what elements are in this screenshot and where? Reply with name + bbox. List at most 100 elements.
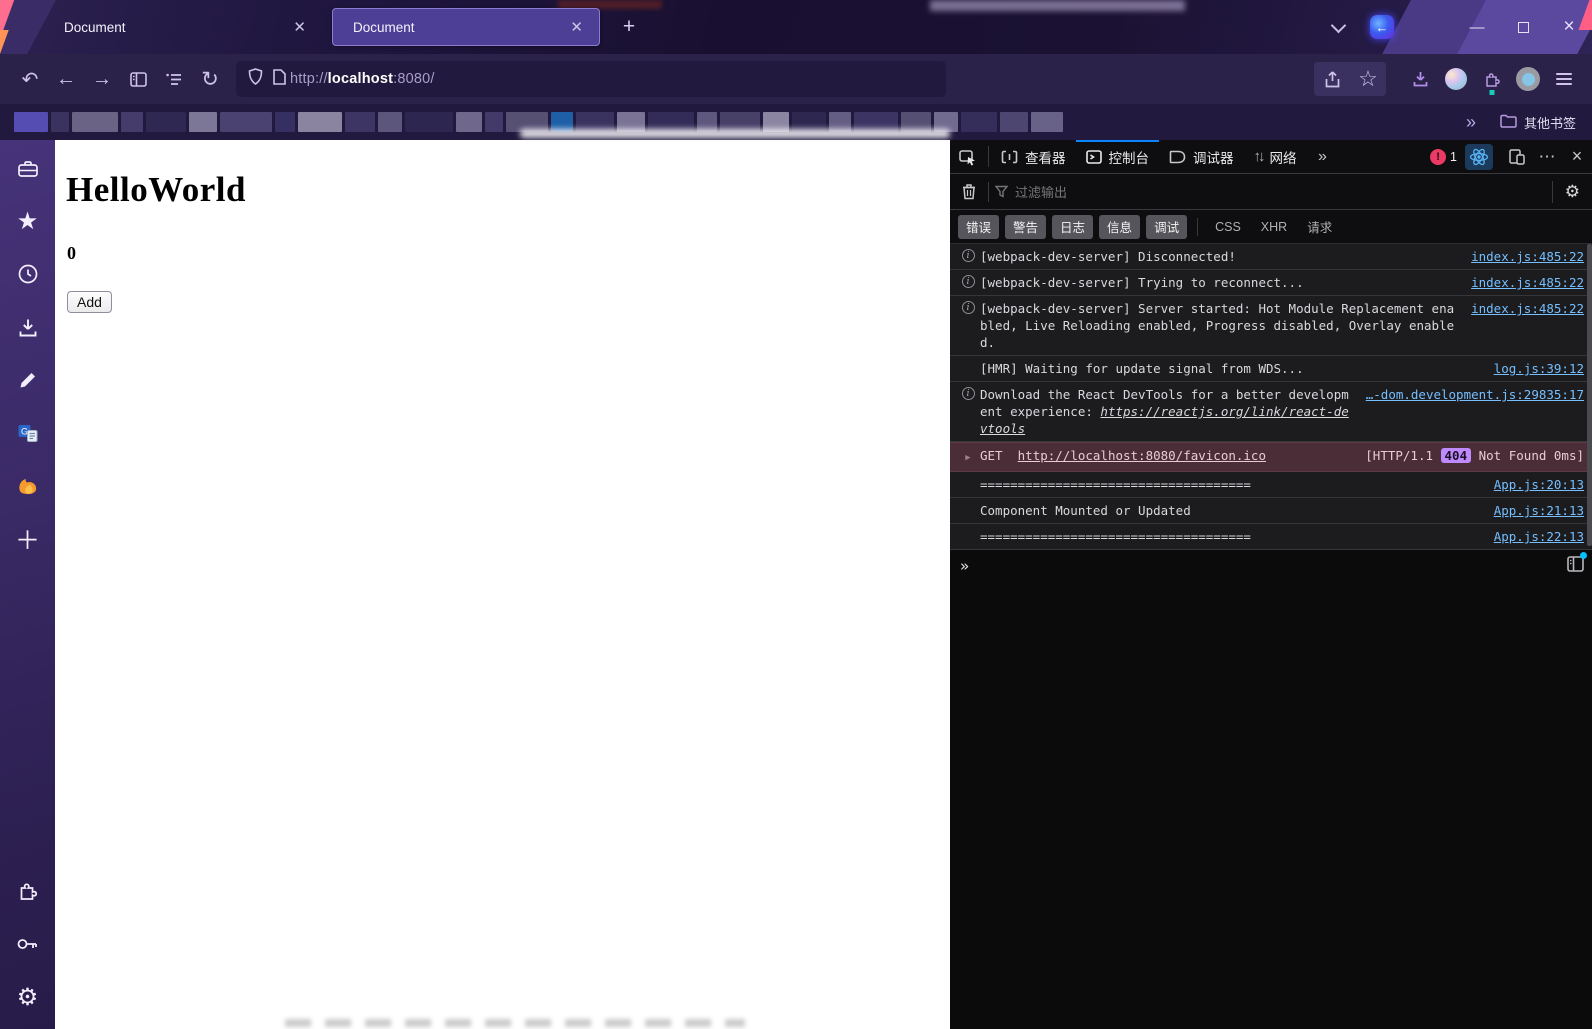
filter-toggle-请求[interactable]: 请求 [1300,215,1339,238]
console-message[interactable]: ▶ GET http://localhost:8080/favicon.ico [H… [950,442,1592,472]
console-scrollbar[interactable] [1587,244,1592,546]
translate-extension-icon[interactable]: G [8,413,48,453]
extensions-puzzle-icon[interactable] [8,871,48,911]
react-devtools-icon[interactable] [1465,143,1493,170]
filter-toggle-日志[interactable]: 日志 [1052,214,1094,239]
sidebar-toggle-icon[interactable] [120,62,156,96]
window-maximize-button[interactable] [1500,0,1546,54]
devtools-tab-console[interactable]: 控制台 [1075,140,1160,173]
add-button[interactable]: Add [67,291,112,313]
share-icon[interactable] [1314,62,1350,96]
console-sidebar-toggle-icon[interactable] [1567,552,1587,575]
message-text: [webpack-dev-server] Disconnected! [980,249,1236,264]
source-location-link[interactable]: App.js:21:13 [1494,502,1584,519]
source-location-link[interactable]: App.js:22:13 [1494,528,1584,545]
source-location-link[interactable]: index.js:485:22 [1471,300,1584,317]
filter-toggle-信息[interactable]: 信息 [1099,214,1141,239]
history-clock-icon[interactable] [8,254,48,294]
tab-document-2[interactable]: Document ✕ [332,8,600,46]
source-location-link[interactable]: log.js:39:12 [1494,360,1584,377]
account-avatar[interactable] [1438,62,1474,96]
new-tab-button[interactable]: + [614,14,644,40]
console-message[interactable]: ==================================== App.… [950,472,1592,498]
web-page-content: HelloWorld 0 Add [55,140,950,1029]
console-message[interactable]: [HMR] Waiting for update signal from WDS… [950,356,1592,382]
element-picker-icon[interactable] [950,140,986,174]
list-all-tabs-chevron-icon[interactable] [1330,17,1347,33]
console-message[interactable]: i [webpack-dev-server] Disconnected! index… [950,244,1592,270]
message-text: ==================================== [980,477,1251,492]
pencil-icon[interactable] [8,360,48,400]
page-info-icon[interactable] [273,68,286,90]
fox-extension-icon[interactable] [8,466,48,506]
devtools-tab-network[interactable]: ↑↓ 网络 [1244,140,1307,173]
downloads-icon[interactable] [8,307,48,347]
console-input-row[interactable]: » [950,550,1592,581]
forward-icon[interactable]: → [84,62,120,96]
tab-close-icon[interactable]: ✕ [564,16,589,38]
clear-console-trash-icon[interactable] [950,175,988,209]
bookmark-star-icon[interactable]: ☆ [1350,62,1386,96]
tab-close-icon[interactable]: ✕ [287,16,312,38]
notification-dot [1580,552,1587,559]
devtools-menu-icon[interactable]: ⋯ [1532,140,1562,174]
add-plus-icon[interactable]: ＋ [8,519,48,559]
filter-toggle-CSS[interactable]: CSS [1208,218,1248,236]
filter-toggle-警告[interactable]: 警告 [1005,214,1047,239]
source-location-link[interactable]: index.js:485:22 [1471,274,1584,291]
url-text[interactable]: http://localhost:8080/ [290,71,435,87]
toolbox-icon[interactable] [8,148,48,188]
network-arrows-icon: ↑↓ [1253,148,1266,165]
bookmarks-overflow-chevron-icon[interactable]: » [1466,112,1476,133]
undo-arrow-icon[interactable]: ↶ [12,62,48,96]
bookmarks-star-icon[interactable]: ★ [8,201,48,241]
window-minimize-button[interactable]: — [1454,0,1500,54]
inspector-icon [1001,150,1018,164]
source-location-link[interactable]: index.js:485:22 [1471,248,1584,265]
navigation-toolbar: ↶ ← → ↻ http://localhost:8080/ ☆ [0,54,1592,104]
source-location-link[interactable]: …-dom.development.js:29835:17 [1366,386,1584,403]
counter-value: 0 [67,243,76,263]
shield-icon[interactable] [248,68,263,90]
devtools-tab-debugger[interactable]: 调试器 [1159,140,1244,173]
console-icon [1085,149,1102,164]
request-url-link[interactable]: http://localhost:8080/favicon.ico [1018,448,1266,463]
window-close-button[interactable]: × [1546,0,1592,54]
other-bookmarks-label[interactable]: 其他书签 [1524,113,1576,132]
console-message[interactable]: i [webpack-dev-server] Server started: Ho… [950,296,1592,356]
error-icon: ! [1430,148,1447,165]
source-location-link[interactable]: App.js:20:13 [1494,476,1584,493]
downloads-icon[interactable] [1402,62,1438,96]
console-filter-input[interactable]: 过滤输出 [995,182,1552,201]
filter-toggle-XHR[interactable]: XHR [1254,218,1294,236]
devtools-close-icon[interactable]: × [1562,140,1592,174]
responsive-mode-icon[interactable] [1502,140,1532,174]
devtools-tab-inspector[interactable]: 查看器 [991,140,1076,173]
message-hyperlink[interactable]: https://reactjs.org/link/react-devtools [980,404,1349,436]
expand-arrow-icon[interactable]: ▶ [965,448,970,467]
blurred-region [520,129,950,138]
menu-hamburger-icon[interactable] [1546,62,1582,96]
settings-gear-icon[interactable]: ⚙ [8,977,48,1017]
error-count-badge[interactable]: ! 1 [1430,148,1457,165]
info-icon: i [961,387,975,400]
console-settings-gear-icon[interactable]: ⚙ [1551,180,1592,203]
console-message[interactable]: i [webpack-dev-server] Trying to reconnec… [950,270,1592,296]
filter-toggle-错误[interactable]: 错误 [958,214,1000,239]
passwords-key-icon[interactable] [8,924,48,964]
console-message[interactable]: ==================================== App.… [950,524,1592,550]
profile-avatar[interactable] [1510,62,1546,96]
tab-document-1[interactable]: Document ✕ [20,8,322,46]
status-code-badge: 404 [1440,448,1472,463]
response-status: [HTTP/1.1 404 Not Found 0ms] [1365,448,1584,463]
back-icon[interactable]: ← [48,62,84,96]
more-tabs-chevron-icon[interactable]: » [1307,140,1337,174]
console-message[interactable]: i Download the React DevTools for a bette… [950,382,1592,442]
message-text: Component Mounted or Updated [980,503,1191,518]
reload-icon[interactable]: ↻ [192,62,228,96]
extensions-puzzle-icon[interactable] [1474,62,1510,96]
console-message[interactable]: Component Mounted or Updated App.js:21:13 [950,498,1592,524]
reader-list-icon[interactable] [156,62,192,96]
filter-toggle-调试[interactable]: 调试 [1146,214,1188,239]
url-bar[interactable]: http://localhost:8080/ [236,61,946,97]
